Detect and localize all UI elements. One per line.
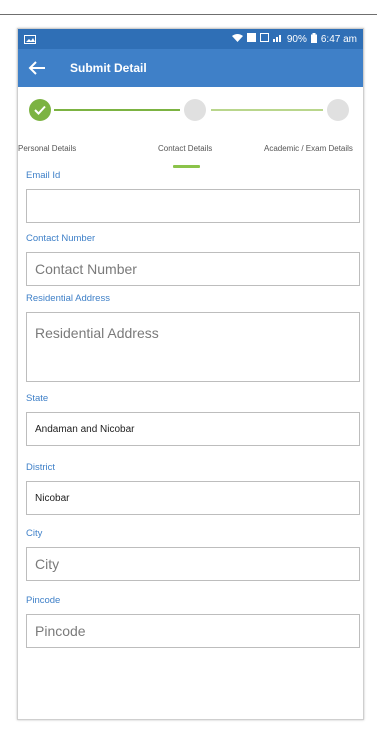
email-label: Email Id — [26, 170, 61, 181]
pincode-input[interactable]: Pincode — [26, 614, 360, 648]
status-bar: 90% 6:47 am — [18, 29, 363, 49]
city-label: City — [26, 528, 43, 539]
progress-stepper: Personal Details Contact Details Academi… — [18, 87, 363, 169]
check-icon — [34, 105, 46, 115]
residential-address-input[interactable]: Residential Address — [26, 312, 360, 382]
pincode-label: Pincode — [26, 595, 61, 606]
active-step-indicator — [173, 165, 200, 168]
step-connector-1 — [54, 109, 180, 111]
wifi-icon — [231, 33, 243, 45]
contact-number-input[interactable]: Contact Number — [26, 252, 360, 286]
district-field-group: District Nicobar — [26, 461, 360, 515]
state-select[interactable]: Andaman and Nicobar — [26, 412, 360, 446]
signal-icon — [272, 33, 283, 45]
page-title: Submit Detail — [70, 61, 147, 75]
contact-number-field-group: Contact Number Contact Number — [26, 232, 360, 286]
step-contact-details[interactable] — [184, 99, 206, 121]
state-field-group: State Andaman and Nicobar — [26, 392, 360, 446]
clock-time: 6:47 am — [320, 33, 357, 45]
step-label-academic-exam-details[interactable]: Academic / Exam Details — [264, 144, 353, 153]
step-label-personal-details[interactable]: Personal Details — [18, 144, 76, 153]
step-label-contact-details[interactable]: Contact Details — [158, 144, 212, 153]
pincode-field-group: Pincode Pincode — [26, 594, 360, 648]
district-label: District — [26, 462, 56, 473]
city-input[interactable]: City — [26, 547, 360, 581]
app-bar: Submit Detail — [18, 49, 363, 87]
phone-screen: 90% 6:47 am Submit Detail Personal Detai… — [17, 28, 364, 720]
district-select[interactable]: Nicobar — [26, 481, 360, 515]
residential-address-field-group: Residential Address Residential Address — [26, 292, 360, 382]
email-input[interactable] — [26, 189, 360, 223]
data-icon — [259, 33, 269, 45]
notification-badge-icon — [246, 33, 256, 45]
email-field-group: Email Id — [26, 169, 360, 223]
battery-percent: 90% — [286, 33, 307, 45]
step-academic-exam-details[interactable] — [327, 99, 349, 121]
back-arrow-icon[interactable] — [26, 57, 48, 79]
image-notification-icon — [24, 34, 38, 44]
residential-address-label: Residential Address — [26, 293, 110, 304]
screenshot-top-border — [0, 14, 377, 15]
contact-number-label: Contact Number — [26, 233, 96, 244]
step-personal-details[interactable] — [29, 99, 51, 121]
battery-icon — [310, 32, 317, 46]
city-field-group: City City — [26, 527, 360, 581]
state-label: State — [26, 393, 49, 404]
step-connector-2 — [211, 109, 323, 111]
